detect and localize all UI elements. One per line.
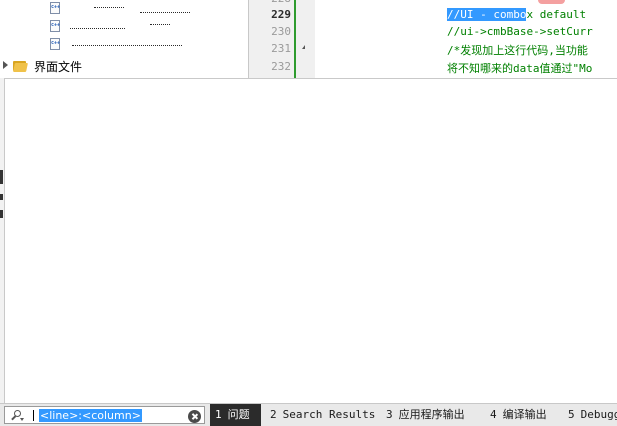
expand-arrow-icon[interactable] xyxy=(3,61,8,69)
file-name-blurred[interactable] xyxy=(140,12,190,15)
folder-icon xyxy=(13,59,28,72)
change-indicator-bar xyxy=(294,0,296,78)
code-selection: //UI - combo xyxy=(447,8,527,21)
tree-item-label: 界面文件 xyxy=(34,60,83,74)
code-editor[interactable]: //UI - combox default //ui->cmbBase->set… xyxy=(315,0,617,78)
marker-indicator xyxy=(538,0,565,4)
tree-item-ui-files[interactable]: 界面文件 xyxy=(0,57,248,75)
line-number: 228 xyxy=(251,0,291,5)
tab-debugger[interactable]: 5 Debugg xyxy=(563,404,617,426)
code-text: x default xyxy=(526,8,587,21)
cpp-file-icon[interactable]: c++ xyxy=(50,20,62,33)
status-bar: <line>:<column> 1 问题 2 Search Results 3 应用程… xyxy=(0,403,617,426)
output-tabs: 1 问题 2 Search Results 3 应用程序输出 4 编译输出 5 Debug… xyxy=(210,404,617,426)
code-line[interactable]: 将不知哪来的data值通过"Mo xyxy=(447,60,592,76)
file-name-blurred[interactable] xyxy=(94,7,124,10)
code-line[interactable]: /*发现加上这行代码,当功能 xyxy=(447,42,588,58)
file-name-blurred[interactable] xyxy=(72,45,182,48)
tab-search-results[interactable]: 2 Search Results xyxy=(265,404,380,426)
qt-creator-window: c++ c++ c++ 界面文件 228 229 230 231 232 // xyxy=(0,0,617,426)
line-number: 231 xyxy=(271,42,291,55)
search-icon[interactable] xyxy=(10,409,24,422)
line-number: 230 xyxy=(271,25,291,38)
clear-icon[interactable] xyxy=(188,410,201,423)
fold-marker-icon[interactable] xyxy=(302,45,305,49)
locator-input-value[interactable]: <line>:<column> xyxy=(39,409,142,422)
tab-application-output[interactable]: 3 应用程序输出 xyxy=(381,404,470,426)
cpp-file-icon[interactable]: c++ xyxy=(50,2,62,15)
code-line[interactable]: //ui->cmbBase->setCurr xyxy=(447,25,593,38)
line-number: 232 xyxy=(271,60,291,73)
cpp-file-icon[interactable]: c++ xyxy=(50,38,62,51)
code-line[interactable]: //UI - combox default xyxy=(447,8,586,21)
line-number-gutter: 228 229 230 231 232 xyxy=(249,0,315,78)
locator-field[interactable]: <line>:<column> xyxy=(4,406,205,424)
project-tree: c++ c++ c++ 界面文件 xyxy=(0,0,248,78)
tab-issues[interactable]: 1 问题 xyxy=(210,404,261,426)
file-name-blurred[interactable] xyxy=(150,24,170,27)
tab-compile-output[interactable]: 4 编译输出 xyxy=(485,404,552,426)
line-number: 229 xyxy=(271,8,291,21)
text-cursor xyxy=(33,410,34,421)
file-name-blurred[interactable] xyxy=(70,28,125,31)
output-pane xyxy=(4,78,617,403)
